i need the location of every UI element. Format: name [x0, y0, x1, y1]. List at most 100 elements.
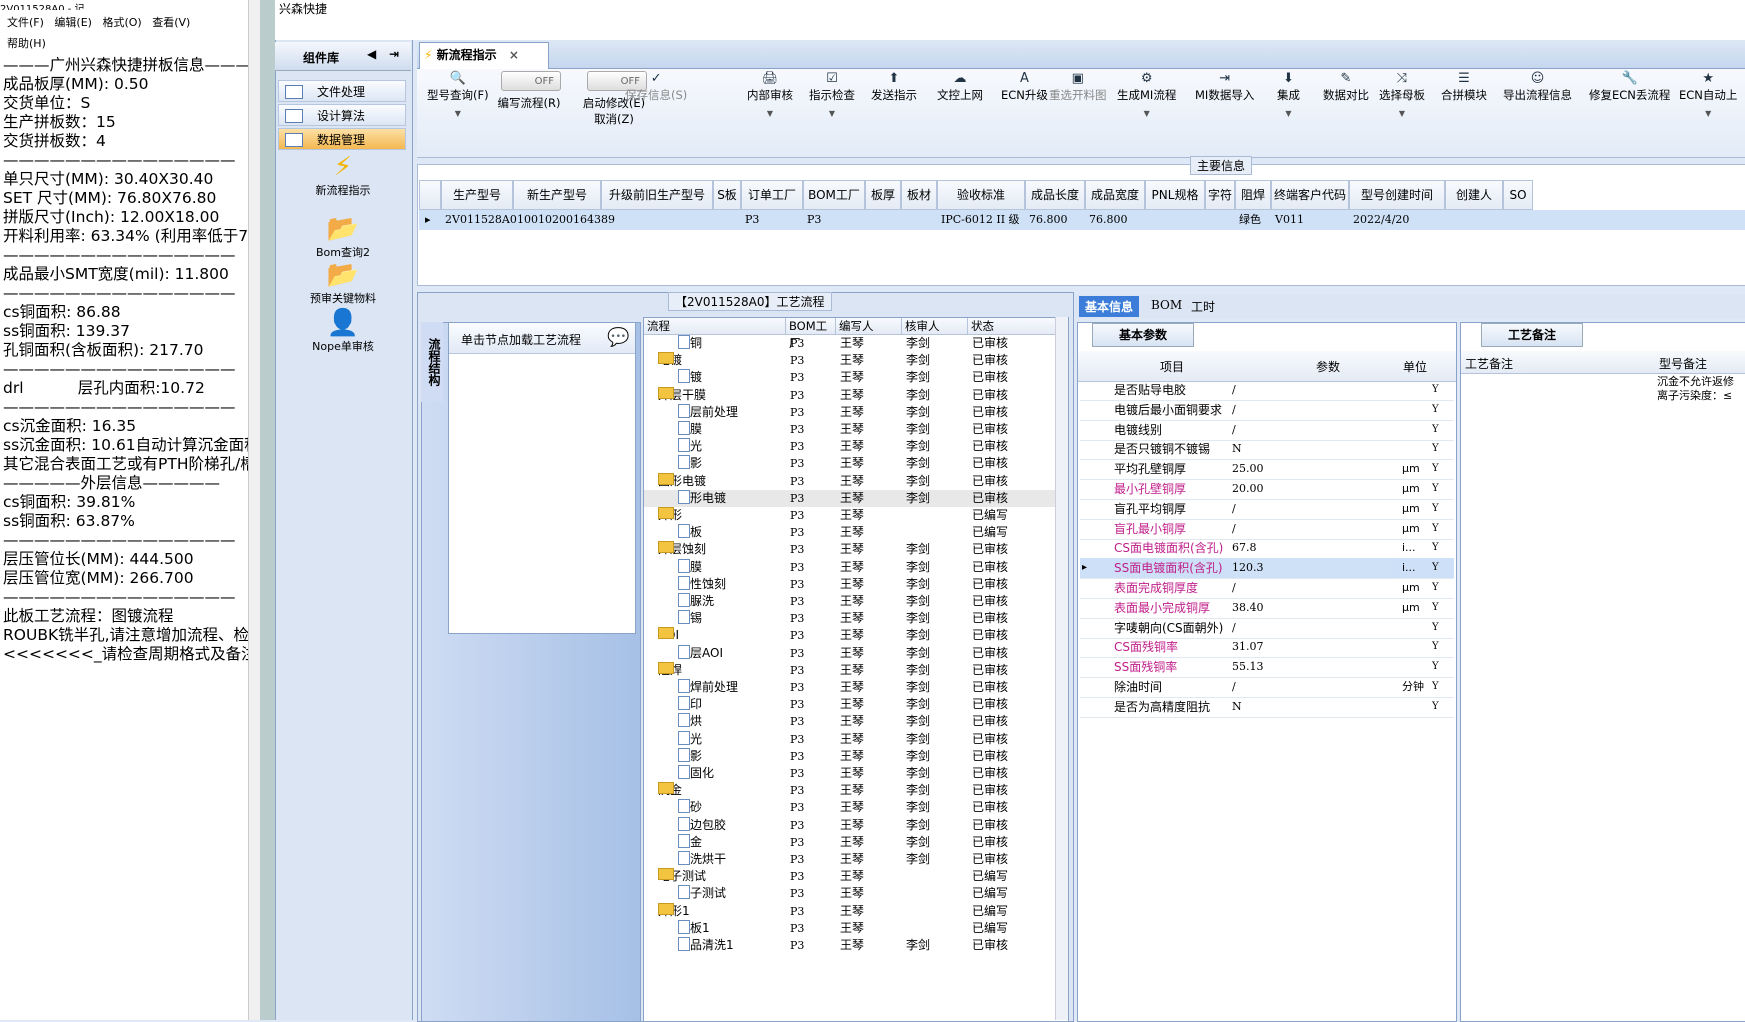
tab-basic-info[interactable]: 基本信息 [1079, 296, 1140, 317]
toggle-switch[interactable]: OFF [501, 71, 561, 91]
grid-col-header[interactable]: PNL规格 [1145, 180, 1205, 210]
toolbar-button[interactable]: 🔧 修复ECN丢流程 [1589, 71, 1670, 103]
menu-help[interactable]: 帮助(H) [7, 35, 46, 51]
param-value[interactable]: 120.3 [1232, 558, 1392, 579]
grid-col-header[interactable]: BOM工厂 [803, 180, 865, 210]
toolbar-button[interactable]: ▣ 重选开料图 [1049, 71, 1107, 103]
tree-row[interactable]: 沉金 P3 王琴 李剑 已审核 [644, 833, 1068, 851]
nav-item-file-processing[interactable]: 文件处理 [278, 80, 406, 102]
dropdown-arrow-icon[interactable]: ▼ [809, 109, 855, 118]
tree-row[interactable]: 铣板1 P3 王琴 已编写 [644, 919, 1068, 937]
dropdown-arrow-icon[interactable]: ▼ [1277, 109, 1300, 118]
tree-row[interactable]: 终固化 P3 王琴 李剑 已审核 [644, 765, 1068, 782]
tree-scrollbar[interactable] [1055, 317, 1068, 1020]
param-row[interactable]: CS面电镀面积(含孔) 67.8 i... Y [1080, 538, 1454, 560]
menu-edit[interactable]: 编辑(E) [54, 14, 92, 32]
collapse-icon[interactable]: ◀ [367, 47, 376, 61]
tree-row[interactable]: −外层干膜 P3 王琴 李剑 已审核 [644, 386, 1068, 404]
param-row[interactable]: 是否只镀铜不镀锡 N Y [1080, 439, 1454, 461]
tab-work-hours[interactable]: 工时 [1191, 298, 1215, 315]
load-hint-bar[interactable]: 单击节点加载工艺流程 💬 [449, 323, 635, 354]
grid-col-header[interactable]: 升级前旧生产型号 [601, 180, 713, 210]
tree-row[interactable]: −外形1 P3 王琴 已编写 [644, 902, 1068, 920]
nav-key-material[interactable]: 📂 预审关键物料 [275, 260, 411, 306]
grid-col-header[interactable]: 生产型号 [441, 180, 513, 210]
param-row[interactable]: 电镀后最小面铜要求 / Y [1080, 400, 1454, 421]
toolbar-button[interactable]: 🔍 型号查询(F) ▼ [427, 71, 489, 118]
tree-row[interactable]: −阻焊 P3 王琴 李剑 已审核 [644, 661, 1068, 679]
toolbar-button[interactable]: ✎ 数据对比 [1323, 71, 1369, 103]
toolbar-button[interactable]: ✓ 保存信息(S) [625, 71, 687, 103]
tree-row[interactable]: 碱性蚀刻 P3 王琴 李剑 已审核 [644, 575, 1068, 593]
param-value[interactable]: / [1232, 618, 1392, 638]
param-row[interactable]: 表面最小完成铜厚 38.40 μm Y [1080, 598, 1454, 619]
param-row[interactable]: 平均孔壁铜厚 25.00 μm Y [1080, 459, 1454, 481]
param-value[interactable]: 31.07 [1232, 637, 1392, 657]
param-value[interactable]: / [1232, 578, 1392, 598]
grid-col-header[interactable]: 成品宽度 [1085, 180, 1145, 210]
tree-row[interactable]: 丝印 P3 王琴 李剑 已审核 [644, 696, 1068, 713]
toolbar-button[interactable]: ⬇ 集成 ▼ [1277, 71, 1300, 118]
grid-col-header[interactable]: 型号创建时间 [1349, 180, 1445, 210]
tree-row[interactable]: −沉金 P3 王琴 李剑 已审核 [644, 782, 1068, 799]
tree-row[interactable]: 外层AOI P3 王琴 李剑 已审核 [644, 644, 1068, 662]
param-value[interactable]: 55.13 [1232, 657, 1392, 677]
tree-row[interactable]: 曝光 P3 王琴 李剑 已审核 [644, 730, 1068, 748]
tree-row[interactable]: 贴膜 P3 王琴 李剑 已审核 [644, 421, 1068, 438]
tree-row[interactable]: 沉铜 P3 王琴 李剑 已审核 [644, 335, 1068, 352]
tree-row[interactable]: −外形 P3 王琴 已编写 [644, 507, 1068, 524]
tree-row[interactable]: 板镀 P3 王琴 李剑 已审核 [644, 369, 1068, 386]
param-row[interactable]: 是否贴导电胶 / Y [1080, 380, 1454, 401]
toolbar-button[interactable]: ⚙ 生成MI流程 ▼ [1117, 71, 1176, 118]
param-row[interactable]: SS面残铜率 55.13 Y [1080, 657, 1454, 679]
nav-bom-query[interactable]: 📂 Bom查询2 [275, 214, 411, 260]
tree-row[interactable]: 电子测试 P3 王琴 已编写 [644, 885, 1068, 902]
tree-col-header[interactable]: 状态 [968, 318, 1068, 335]
param-value[interactable]: / [1232, 677, 1392, 697]
notepad-window[interactable]: 2V011528A0 - 记... 文件(F) 编辑(E) 格式(O) 查看(V… [0, 0, 249, 1020]
tree-col-header[interactable]: 编写人 [836, 318, 902, 335]
grid-col-header[interactable]: SO [1503, 180, 1533, 210]
grid-col-header[interactable]: 板材 [901, 180, 937, 210]
param-row[interactable]: CS面残铜率 31.07 Y [1080, 637, 1454, 659]
tree-row[interactable]: 外层前处理 P3 王琴 李剑 已审核 [644, 403, 1068, 421]
tree-row[interactable]: 图形电镀 P3 王琴 李剑 已审核 [644, 489, 1068, 507]
param-value[interactable]: 25.00 [1232, 459, 1392, 479]
toolbar-button[interactable]: ☑ 指示检查 ▼ [809, 71, 855, 118]
toolbar-button[interactable]: ⤨ 选择母板 ▼ [1379, 71, 1425, 118]
tree-col-header[interactable]: 核审人 [902, 318, 968, 335]
tab-basic-params[interactable]: 基本参数 [1092, 323, 1194, 347]
tree-row[interactable]: −图形电镀 P3 王琴 李剑 已审核 [644, 472, 1068, 490]
grid-col-header[interactable]: 终端客户代码 [1271, 180, 1349, 210]
dropdown-arrow-icon[interactable]: ▼ [1679, 109, 1737, 118]
tree-row[interactable]: 喷砂 P3 王琴 李剑 已审核 [644, 799, 1068, 816]
nav-item-design-algorithm[interactable]: 设计算法 [278, 104, 406, 126]
tree-row[interactable]: 曝光 P3 王琴 李剑 已审核 [644, 438, 1068, 455]
param-row[interactable]: 盲孔平均铜厚 / μm Y [1080, 499, 1454, 520]
grid-col-header[interactable]: 成品长度 [1025, 180, 1085, 210]
dropdown-arrow-icon[interactable]: ▼ [1117, 109, 1176, 118]
tree-row[interactable]: −电子测试 P3 王琴 已编写 [644, 868, 1068, 885]
toolbar-button[interactable]: ★ ECN自动上 ▼ [1679, 71, 1737, 118]
tab-new-process[interactable]: ⚡ 新流程指示 × [419, 42, 549, 70]
param-row[interactable]: 字唛朝向(CS面朝外) / Y [1080, 618, 1454, 639]
process-structure-tab[interactable]: 流程结构 [421, 322, 443, 402]
nav-new-process[interactable]: ⚡ 新流程指示 [275, 152, 411, 198]
toolbar-button[interactable]: ☰ 合拼模块 [1441, 71, 1487, 103]
tree-col-header[interactable]: 流程 [644, 318, 786, 335]
param-row[interactable]: 表面完成铜厚度 / μm Y [1080, 578, 1454, 599]
tree-row[interactable]: 显影 P3 王琴 李剑 已审核 [644, 747, 1068, 765]
toolbar-button[interactable]: ⬆ 发送指示 [871, 71, 917, 103]
param-value[interactable]: / [1232, 519, 1392, 539]
tree-row[interactable]: 板边包胶 P3 王琴 李剑 已审核 [644, 816, 1068, 834]
param-value[interactable]: 38.40 [1232, 598, 1392, 618]
grid-col-header[interactable]: S板 [713, 180, 741, 210]
dropdown-arrow-icon[interactable]: ▼ [427, 109, 489, 118]
param-row[interactable]: 盲孔最小铜厚 / μm Y [1080, 519, 1454, 540]
tree-row[interactable]: 阻焊前处理 P3 王琴 李剑 已审核 [644, 679, 1068, 696]
menu-format[interactable]: 格式(O) [102, 14, 141, 32]
notepad-text-area[interactable]: ———广州兴森快捷拼板信息——— 成品板厚(MM): 0.50 交货单位：S 生产拼板… [3, 55, 248, 663]
toolbar-button[interactable]: ☁ 文控上网 [937, 71, 983, 103]
grid-col-header[interactable]: 新生产型号 [513, 180, 601, 210]
tree-col-header[interactable]: BOM工厂 [786, 318, 836, 350]
